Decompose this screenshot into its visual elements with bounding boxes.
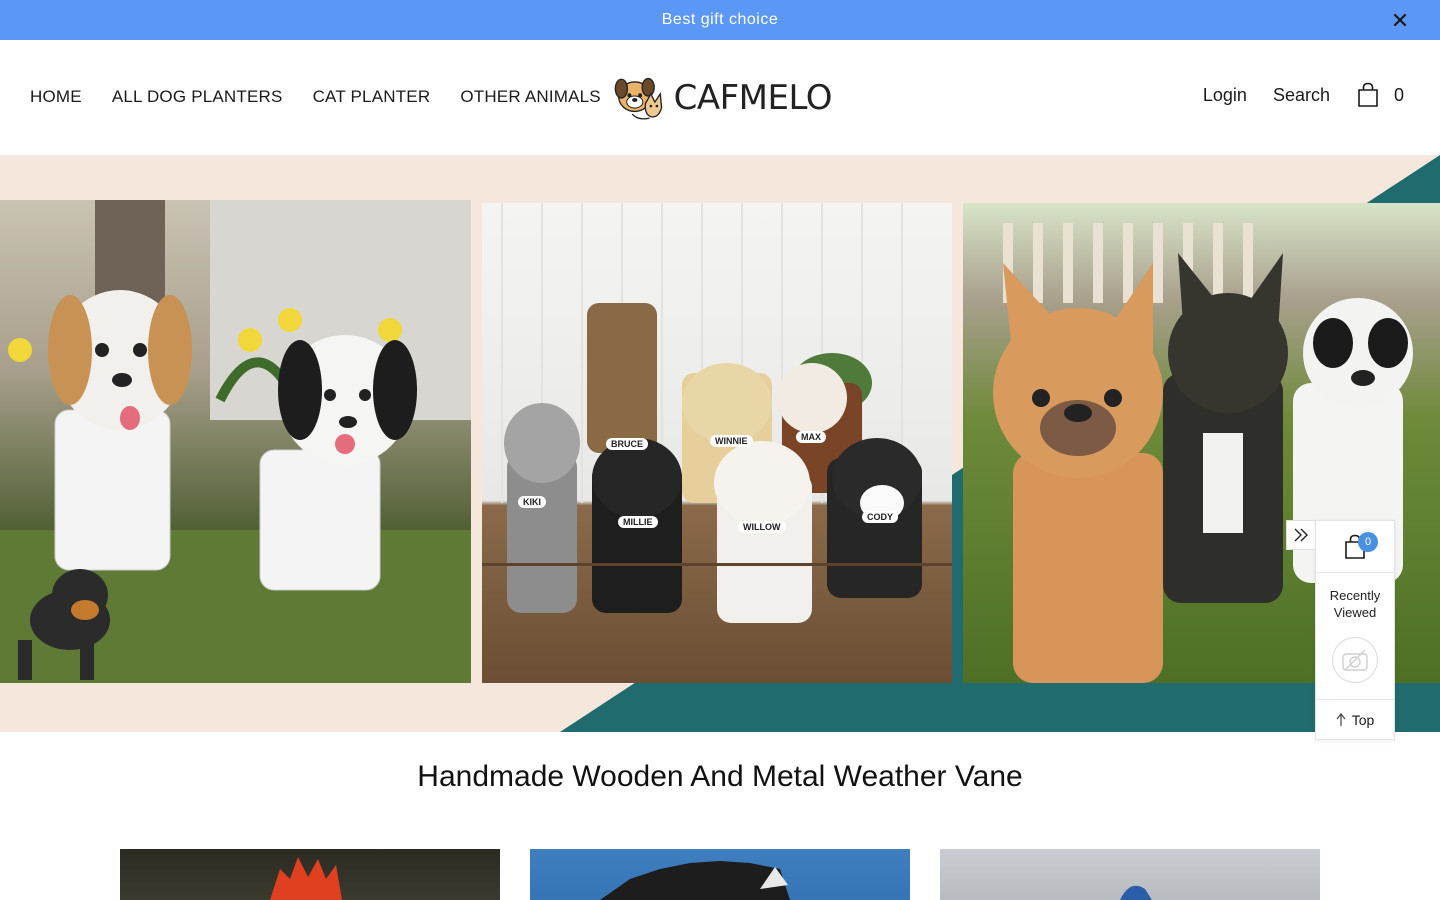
close-icon[interactable]: [1390, 10, 1410, 30]
double-chevron-right-icon: [1294, 528, 1308, 542]
logo-text: CAFMELO: [673, 78, 833, 118]
product-card-3[interactable]: [940, 849, 1320, 900]
no-image-icon: [1332, 637, 1378, 683]
cart-button[interactable]: 0: [1356, 82, 1404, 108]
dog-label-winnie: WINNIE: [710, 435, 753, 447]
hero-photo-named-dog-planters: BRUCE WINNIE MAX KIKI MILLIE WILLOW CODY: [482, 203, 952, 683]
dog-label-cody: CODY: [862, 511, 899, 523]
hero-photo-shih-tzu-planters: [0, 200, 471, 683]
nav-item-all-dog-planters[interactable]: ALL DOG PLANTERS: [112, 87, 283, 107]
section-title: Handmade Wooden And Metal Weather Vane: [417, 760, 1023, 793]
widget-cart-badge: 0: [1358, 532, 1378, 552]
nav-item-other-animals[interactable]: OTHER ANIMALS: [460, 87, 601, 107]
dog-label-millie: MILLIE: [618, 516, 658, 528]
nav-item-home[interactable]: HOME: [30, 87, 82, 107]
main-nav: HOME ALL DOG PLANTERS CAT PLANTER OTHER …: [30, 87, 646, 107]
nav-item-cat-planter[interactable]: CAT PLANTER: [313, 87, 431, 107]
login-link[interactable]: Login: [1203, 85, 1247, 106]
sidebar-widget: 0 Recently Viewed Top: [1315, 520, 1395, 740]
widget-toggle-button[interactable]: [1286, 520, 1316, 550]
cart-count: 0: [1393, 84, 1404, 105]
search-link[interactable]: Search: [1273, 85, 1330, 106]
product-card-2[interactable]: [530, 849, 910, 900]
widget-cart-button[interactable]: 0: [1316, 521, 1394, 573]
header-actions: Login Search 0: [1203, 82, 1404, 108]
dog-label-kiki: KIKI: [518, 496, 546, 508]
dog-label-willow: WILLOW: [738, 521, 786, 533]
dog-cat-logo-icon: [614, 77, 663, 120]
back-to-top-button[interactable]: Top: [1316, 699, 1394, 739]
dog-label-bruce: BRUCE: [606, 438, 649, 450]
recently-viewed-label[interactable]: Recently Viewed: [1316, 587, 1394, 621]
shopping-bag-icon: [1358, 82, 1378, 107]
site-logo[interactable]: CAFMELO: [612, 62, 833, 134]
arrow-up-icon: [1336, 712, 1346, 726]
hero-banner[interactable]: BRUCE WINNIE MAX KIKI MILLIE WILLOW CODY: [0, 155, 1440, 732]
dog-label-max: MAX: [796, 431, 826, 443]
product-card-1[interactable]: [120, 849, 500, 900]
announcement-bar: Best gift choice: [0, 0, 1440, 40]
announcement-text: Best gift choice: [661, 11, 779, 28]
site-header: HOME ALL DOG PLANTERS CAT PLANTER OTHER …: [0, 40, 1440, 155]
back-to-top-label: Top: [1351, 711, 1375, 728]
